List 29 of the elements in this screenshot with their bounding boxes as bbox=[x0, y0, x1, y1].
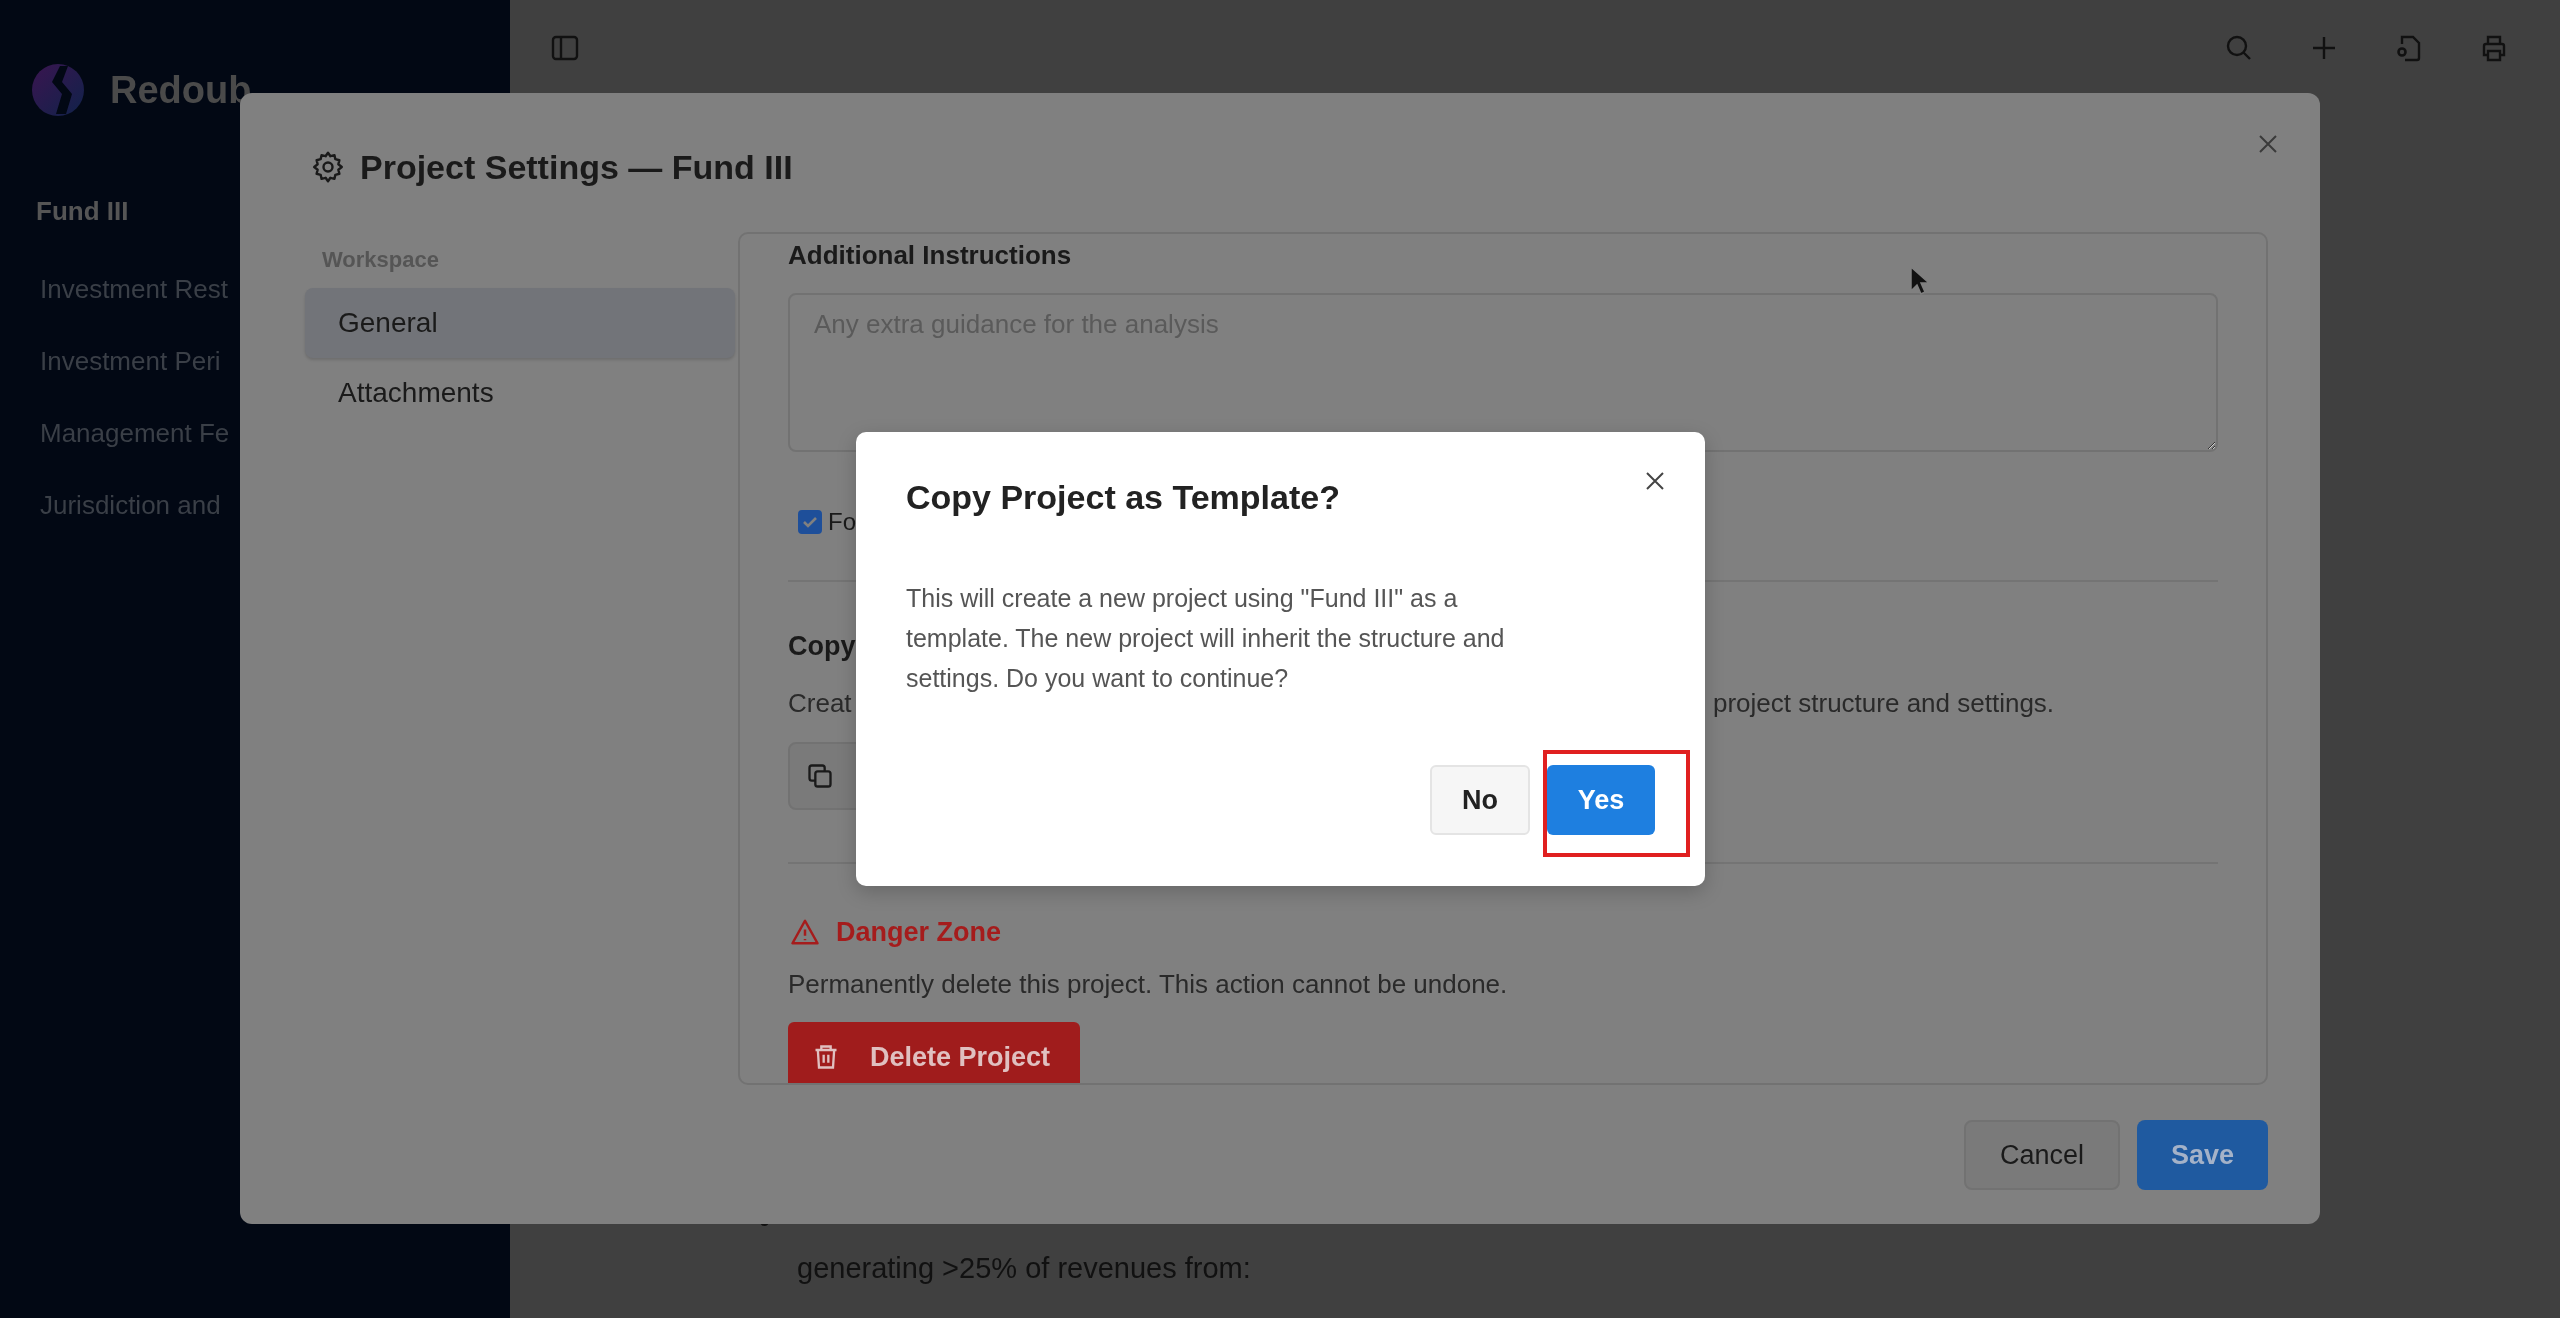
delete-project-button[interactable]: Delete Project bbox=[788, 1022, 1080, 1083]
nav-tab[interactable]: General bbox=[305, 288, 735, 358]
no-button[interactable]: No bbox=[1430, 765, 1530, 835]
dialog-title: Copy Project as Template? bbox=[906, 477, 1341, 517]
dialog-message: This will create a new project using "Fund III" as a template. The new project will inherit the structure and settings. Do you want to continue? bbox=[906, 583, 1506, 694]
section-heading: Copy bbox=[788, 630, 856, 663]
printer-icon[interactable] bbox=[2480, 33, 2508, 62]
modal-title: Project Settings — Fund III bbox=[360, 147, 793, 188]
brand-name: Redoub bbox=[110, 68, 252, 112]
checkbox-label: Fo bbox=[828, 508, 856, 536]
copy-icon bbox=[806, 762, 834, 790]
logo-icon bbox=[32, 64, 84, 116]
close-icon[interactable] bbox=[1645, 471, 1665, 491]
settings-icon bbox=[310, 149, 346, 185]
checkbox[interactable] bbox=[798, 510, 822, 534]
sidebar-toggle-icon[interactable] bbox=[551, 33, 579, 62]
yes-button[interactable]: Yes bbox=[1547, 765, 1655, 835]
section-description: project structure and settings. bbox=[1713, 687, 2055, 720]
save-button[interactable]: Save bbox=[2136, 1120, 2268, 1190]
project-name: Fund III bbox=[36, 196, 130, 227]
search-icon[interactable] bbox=[2225, 33, 2253, 62]
section-description: Creat bbox=[788, 687, 853, 720]
field-label: Additional Instructions bbox=[788, 239, 1073, 272]
danger-description: Permanently delete this project. This action cannot be undone. bbox=[788, 968, 1509, 1001]
nav-tab[interactable]: Attachments bbox=[305, 358, 735, 428]
warning-icon bbox=[790, 917, 820, 947]
mouse-cursor-icon bbox=[1910, 266, 1930, 296]
cancel-button[interactable]: Cancel bbox=[1963, 1120, 2120, 1190]
danger-heading: Danger Zone bbox=[836, 916, 1002, 949]
